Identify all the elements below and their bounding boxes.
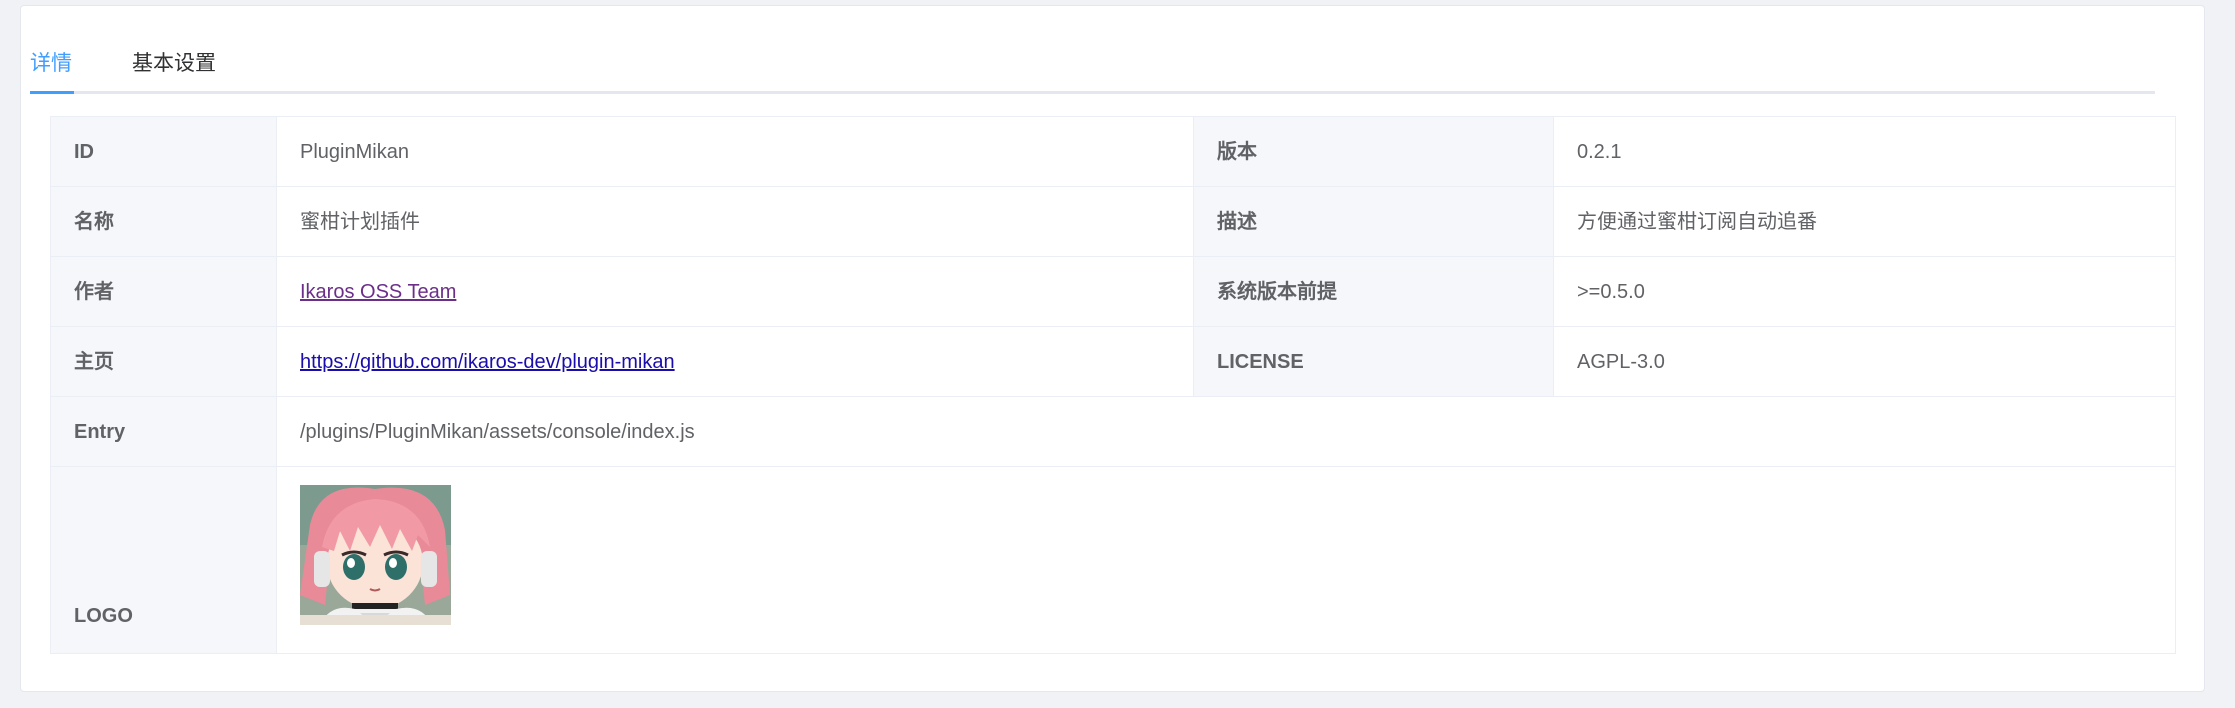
homepage-link[interactable]: https://github.com/ikaros-dev/plugin-mik… — [300, 351, 675, 373]
logo-cell — [276, 466, 2176, 654]
tabs: 详情 基本设置 — [30, 36, 2155, 94]
version-label: 版本 — [1193, 116, 1554, 187]
table-row: 名称 蜜柑计划插件 描述 方便通过蜜柑订阅自动追番 — [50, 186, 2176, 257]
tab-basic-settings[interactable]: 基本设置 — [132, 50, 216, 78]
author-label: 作者 — [50, 256, 277, 327]
table-row: ID PluginMikan 版本 0.2.1 — [50, 116, 2176, 187]
description-label: 描述 — [1193, 186, 1554, 257]
table-row: LOGO — [50, 466, 2176, 654]
homepage-cell: https://github.com/ikaros-dev/plugin-mik… — [276, 326, 1194, 397]
id-value: PluginMikan — [276, 116, 1194, 187]
name-label: 名称 — [50, 186, 277, 257]
entry-value: /plugins/PluginMikan/assets/console/inde… — [276, 396, 2176, 467]
table-row: 主页 https://github.com/ikaros-dev/plugin-… — [50, 326, 2176, 397]
plugin-logo-image — [300, 485, 451, 625]
plugin-descriptions-table: ID PluginMikan 版本 0.2.1 名称 蜜柑计划插件 描述 方便通… — [50, 116, 2176, 654]
homepage-label: 主页 — [50, 326, 277, 397]
table-row: 作者 Ikaros OSS Team 系统版本前提 >=0.5.0 — [50, 256, 2176, 327]
system-version-label: 系统版本前提 — [1193, 256, 1554, 327]
entry-label: Entry — [50, 396, 277, 467]
license-label: LICENSE — [1193, 326, 1554, 397]
description-value: 方便通过蜜柑订阅自动追番 — [1553, 186, 2176, 257]
name-value: 蜜柑计划插件 — [276, 186, 1194, 257]
tabs-divider — [30, 91, 2155, 94]
active-tab-indicator — [30, 91, 74, 94]
tab-details[interactable]: 详情 — [30, 50, 72, 78]
logo-label: LOGO — [50, 466, 277, 654]
version-value: 0.2.1 — [1553, 116, 2176, 187]
author-link[interactable]: Ikaros OSS Team — [300, 281, 456, 303]
system-version-value: >=0.5.0 — [1553, 256, 2176, 327]
table-row: Entry /plugins/PluginMikan/assets/consol… — [50, 396, 2176, 467]
license-value: AGPL-3.0 — [1553, 326, 2176, 397]
id-label: ID — [50, 116, 277, 187]
author-cell: Ikaros OSS Team — [276, 256, 1194, 327]
